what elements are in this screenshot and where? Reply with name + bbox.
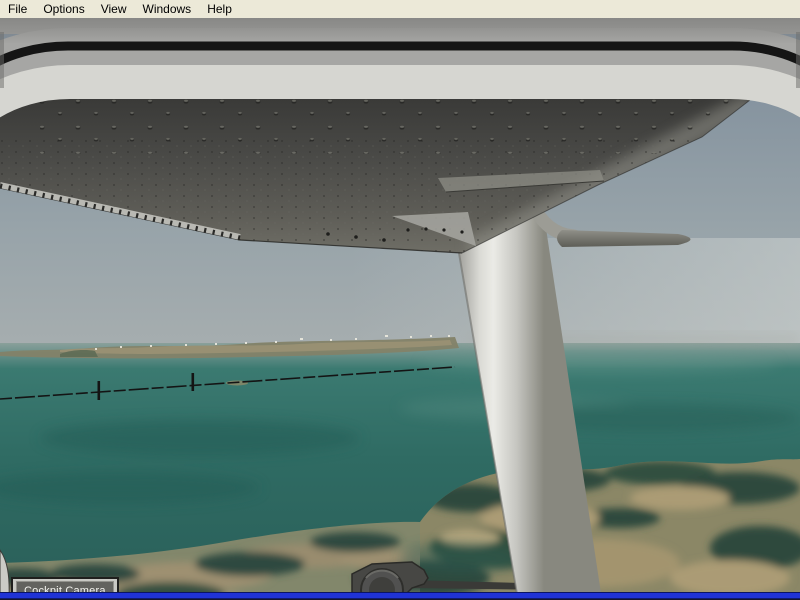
menu-file[interactable]: File [8, 0, 27, 18]
menu-bar: File Options View Windows Help [0, 0, 800, 18]
menu-help[interactable]: Help [207, 0, 232, 18]
menu-options[interactable]: Options [43, 0, 84, 18]
simulator-viewport[interactable] [0, 18, 800, 600]
window-edge-line [0, 592, 800, 600]
flight-sim-window: File Options View Windows Help [0, 0, 800, 600]
menu-view[interactable]: View [101, 0, 127, 18]
menu-windows[interactable]: Windows [143, 0, 192, 18]
